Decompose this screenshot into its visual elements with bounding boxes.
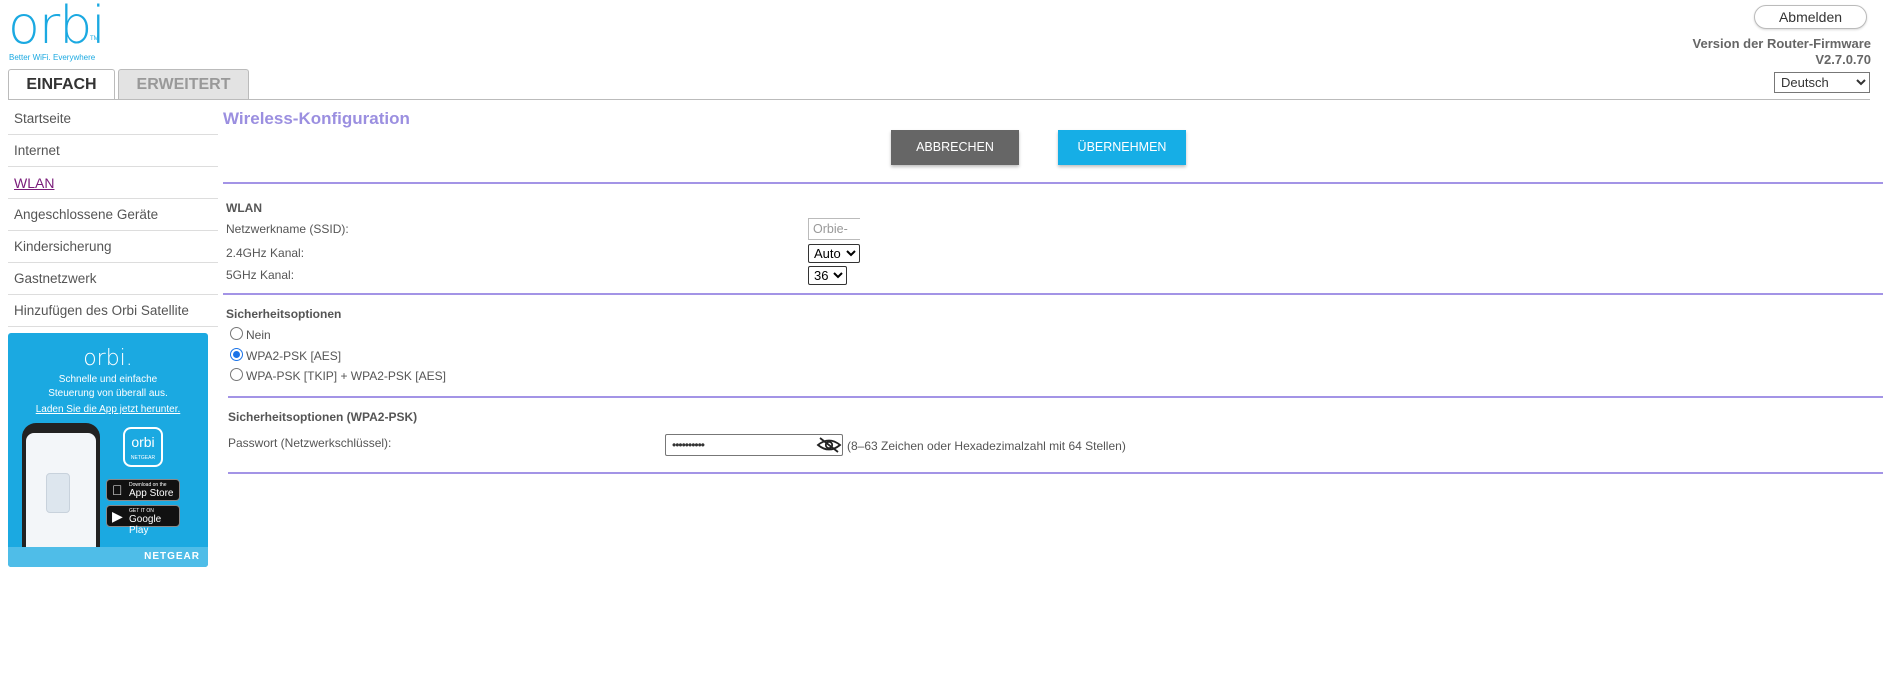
security-label-none: Nein	[246, 328, 271, 342]
section-divider	[228, 396, 1883, 398]
apply-button[interactable]: ÜBERNEHMEN	[1058, 130, 1186, 165]
password-input[interactable]: ••••••••••	[665, 434, 843, 456]
channel-5-select[interactable]: 36	[808, 266, 847, 285]
sidebar-item-parental-controls[interactable]: Kindersicherung	[8, 231, 218, 263]
section-divider	[228, 472, 1883, 474]
ssid-input[interactable]	[808, 218, 860, 240]
play-icon: ▶	[112, 508, 123, 524]
cancel-button[interactable]: ABBRECHEN	[891, 130, 1019, 165]
logout-button[interactable]: Abmelden	[1754, 5, 1867, 29]
tab-basic[interactable]: EINFACH	[8, 69, 115, 100]
logo-trademark: TM	[90, 36, 99, 42]
sidebar-item-guest-network[interactable]: Gastnetzwerk	[8, 263, 218, 295]
netgear-logo: NETGEAR	[144, 551, 200, 562]
security-radio-wpa2[interactable]	[230, 348, 243, 361]
promo-text: Schnelle und einfache Steuerung von über…	[8, 373, 208, 401]
language-select[interactable]: Deutsch	[1774, 72, 1870, 93]
security-section-heading: Sicherheitsoptionen	[226, 307, 342, 321]
satellite-device-image	[46, 473, 70, 513]
store-big-text: Google Play	[129, 514, 162, 536]
wlan-section-heading: WLAN	[226, 201, 262, 215]
channel-24-select[interactable]: Auto	[808, 244, 860, 263]
toggle-password-visibility-icon[interactable]	[816, 436, 842, 454]
app-promo-banner[interactable]: orbi. Schnelle und einfache Steuerung vo…	[8, 333, 208, 567]
google-play-button[interactable]: ▶ GET IT ON Google Play	[106, 505, 180, 536]
sidebar-item-label: Gastnetzwerk	[14, 271, 97, 286]
apple-icon: 	[112, 483, 123, 497]
sidebar-item-attached-devices[interactable]: Angeschlossene Geräte	[8, 199, 218, 231]
sidebar-item-label: Hinzufügen des Orbi Satellite	[14, 303, 189, 318]
sidebar-item-wlan[interactable]: WLAN	[8, 167, 218, 199]
sidebar-item-label: Angeschlossene Geräte	[14, 207, 159, 222]
channel-5-label: 5GHz Kanal:	[226, 268, 295, 282]
sidebar-item-label: WLAN	[14, 175, 55, 191]
app-icon-label: orbi	[131, 434, 155, 450]
security-label-wpa2: WPA2-PSK [AES]	[246, 349, 342, 363]
password-value: ••••••••••	[672, 438, 705, 452]
sidebar-item-label: Startseite	[14, 111, 72, 126]
firmware-version: V2.7.0.70	[1815, 52, 1871, 67]
password-hint: (8–63 Zeichen oder Hexadezimalzahl mit 6…	[847, 439, 1126, 453]
section-divider	[223, 182, 1883, 184]
promo-download-link[interactable]: Laden Sie die App jetzt herunter.	[8, 404, 208, 415]
promo-footer: NETGEAR	[8, 547, 208, 567]
password-label: Passwort (Netzwerkschlüssel):	[228, 436, 392, 450]
promo-logo: orbi.	[83, 346, 133, 371]
security-radio-wpa-mixed[interactable]	[230, 368, 243, 381]
page-title: Wireless-Konfiguration	[223, 109, 410, 128]
sidebar-item-label: Kindersicherung	[14, 239, 112, 254]
wpa2-section-heading: Sicherheitsoptionen (WPA2-PSK)	[228, 410, 418, 424]
app-store-button[interactable]:  Download on the App Store	[106, 479, 180, 501]
tab-advanced[interactable]: ERWEITERT	[118, 69, 249, 99]
tab-divider	[8, 99, 1870, 100]
logo-tagline: Better WiFi. Everywhere	[9, 53, 96, 62]
ssid-label: Netzwerkname (SSID):	[226, 222, 349, 236]
section-divider	[223, 293, 1883, 295]
orbi-logo: orbi	[8, 0, 106, 56]
app-icon-sub: NETGEAR	[130, 455, 156, 461]
channel-24-label: 2.4GHz Kanal:	[226, 246, 305, 260]
sidebar-item-add-satellite[interactable]: Hinzufügen des Orbi Satellite	[8, 295, 218, 327]
sidebar-item-label: Internet	[14, 143, 60, 158]
promo-text-line: Steuerung von überall aus.	[48, 388, 168, 399]
security-radio-none[interactable]	[230, 327, 243, 340]
sidebar-item-home[interactable]: Startseite	[8, 103, 218, 135]
security-label-wpa-mixed: WPA-PSK [TKIP] + WPA2-PSK [AES]	[246, 369, 446, 383]
promo-text-line: Schnelle und einfache	[58, 374, 158, 385]
store-big-text: App Store	[129, 488, 174, 499]
firmware-label: Version der Router-Firmware	[1692, 36, 1871, 51]
orbi-app-icon: orbi NETGEAR	[123, 427, 163, 467]
sidebar-item-internet[interactable]: Internet	[8, 135, 218, 167]
